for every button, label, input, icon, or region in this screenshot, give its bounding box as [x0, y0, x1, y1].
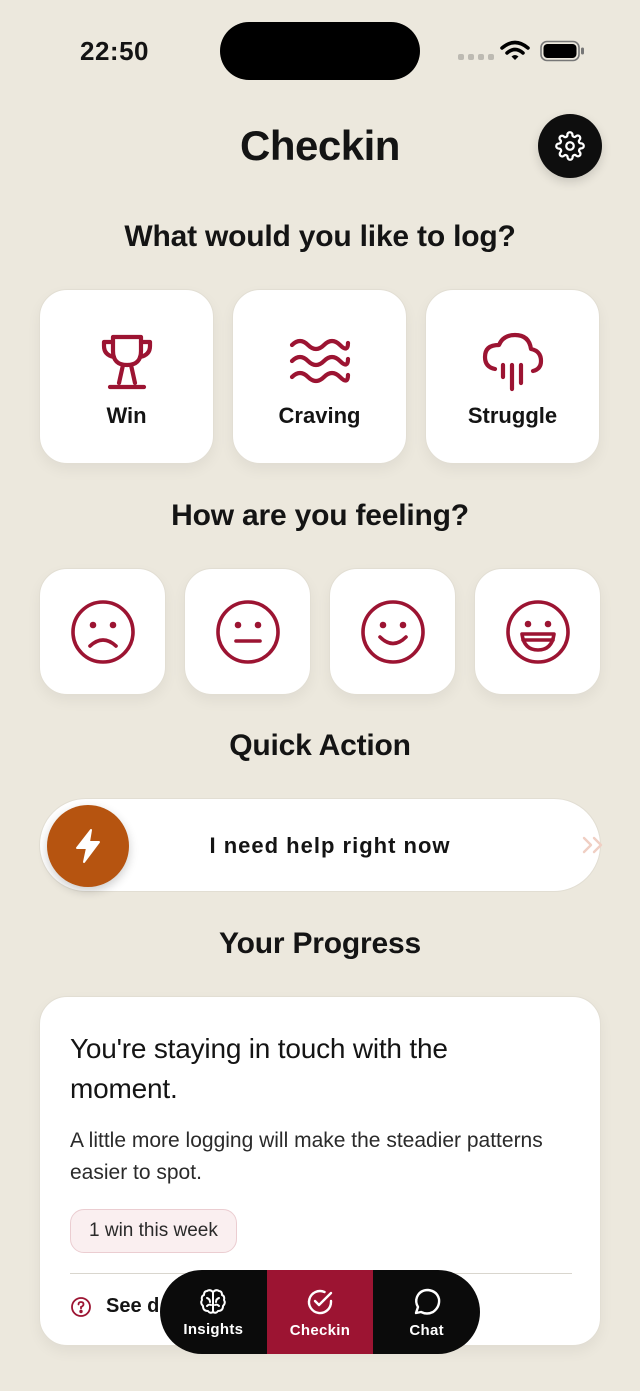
brain-icon — [200, 1288, 227, 1314]
trophy-icon — [101, 334, 152, 389]
check-circle-icon — [307, 1289, 333, 1314]
tab-chat[interactable]: Chat — [373, 1270, 480, 1354]
signal-icon — [458, 54, 494, 60]
laughing-face-icon — [505, 599, 570, 664]
waves-icon — [289, 338, 350, 383]
mood-very-happy-button[interactable] — [474, 568, 601, 695]
progress-body: A little more logging will make the stea… — [70, 1129, 543, 1184]
log-craving-label: Craving — [278, 402, 361, 428]
see-details-label: See d — [106, 1295, 160, 1317]
smile-face-icon — [360, 599, 425, 664]
progress-section-title: Your Progress — [219, 927, 421, 960]
battery-icon — [540, 40, 584, 62]
gear-icon — [555, 131, 585, 161]
help-now-label: I need help right now — [209, 833, 451, 858]
tab-checkin-label: Checkin — [289, 1321, 351, 1339]
tab-insights[interactable]: Insights — [160, 1270, 267, 1354]
bolt-icon — [76, 829, 100, 863]
quick-action-title: Quick Action — [229, 729, 411, 762]
tab-chat-label: Chat — [409, 1321, 444, 1339]
tab-insights-label: Insights — [183, 1320, 244, 1338]
mood-happy-button[interactable] — [329, 568, 456, 695]
settings-button[interactable] — [538, 114, 602, 178]
slider-handle[interactable] — [47, 805, 129, 887]
log-struggle-button[interactable]: Struggle — [425, 289, 600, 464]
mood-sad-button[interactable] — [39, 568, 166, 695]
mood-neutral-button[interactable] — [184, 568, 311, 695]
log-section-title: What would you like to log? — [124, 220, 516, 253]
mood-section-title: How are you feeling? — [171, 499, 469, 532]
see-details-link[interactable]: See d — [70, 1295, 159, 1318]
help-circle-icon — [71, 1296, 91, 1317]
tab-bar: Insights Checkin Chat — [160, 1270, 480, 1354]
log-win-button[interactable]: Win — [39, 289, 214, 464]
progress-heading: You're staying in touch with the moment. — [70, 1033, 448, 1104]
status-bar: 22:50 — [0, 0, 640, 100]
status-time: 22:50 — [80, 36, 149, 66]
wins-badge: 1 win this week — [70, 1209, 237, 1253]
sad-face-icon — [70, 599, 135, 664]
neutral-face-icon — [215, 599, 280, 664]
chat-bubble-icon — [414, 1288, 440, 1315]
log-struggle-label: Struggle — [467, 402, 558, 428]
log-craving-button[interactable]: Craving — [232, 289, 407, 464]
rain-cloud-icon — [482, 332, 543, 391]
help-now-slider[interactable]: I need help right now — [39, 798, 603, 892]
double-chevron-right-icon — [582, 836, 603, 854]
tab-checkin[interactable]: Checkin — [266, 1270, 374, 1354]
wifi-icon — [500, 40, 530, 60]
log-win-label: Win — [106, 402, 147, 428]
dynamic-island — [220, 22, 420, 80]
